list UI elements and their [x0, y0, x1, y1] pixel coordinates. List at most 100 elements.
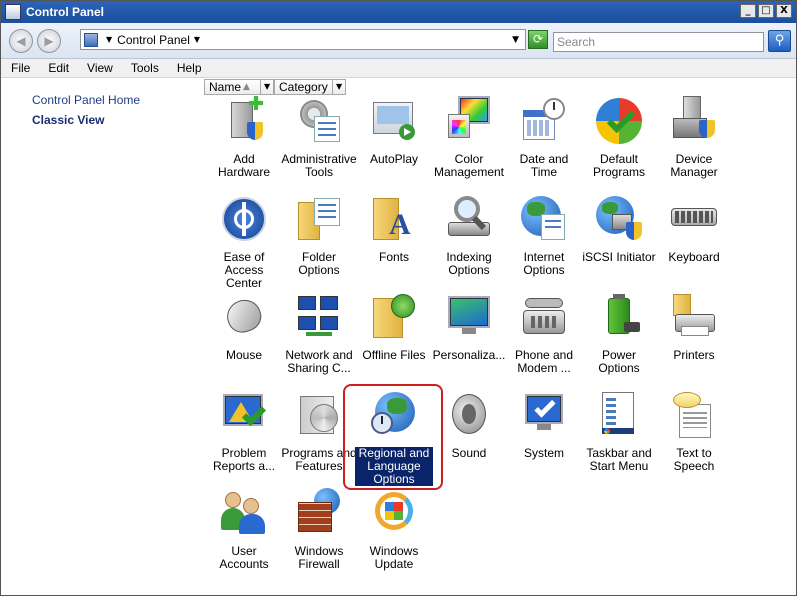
menu-bar: File Edit View Tools Help: [1, 59, 796, 78]
item-windows-update[interactable]: Windows Update: [355, 488, 433, 571]
phone-modem-icon: [519, 292, 569, 342]
date-time-icon: [519, 96, 569, 146]
item-color-management[interactable]: Color Management: [430, 96, 508, 179]
item-label: Fonts: [378, 250, 409, 264]
item-personalization[interactable]: Personaliza...: [430, 292, 508, 362]
highlight-outline: [343, 384, 443, 490]
offline-files-icon: [369, 292, 419, 342]
item-keyboard[interactable]: Keyboard: [655, 194, 733, 264]
task-pane: Control Panel Home Classic View: [1, 79, 203, 595]
title-bar[interactable]: Control Panel _ □ X: [1, 1, 796, 23]
item-offline-files[interactable]: Offline Files: [355, 292, 433, 362]
forward-button[interactable]: ▶: [37, 29, 61, 53]
user-accounts-icon: [219, 488, 269, 538]
item-label: Phone and Modem ...: [514, 348, 574, 375]
item-autoplay[interactable]: AutoPlay: [355, 96, 433, 166]
menu-view[interactable]: View: [78, 61, 122, 75]
menu-help[interactable]: Help: [168, 61, 211, 75]
column-headers: Name ▲ ▼ Category ▼: [204, 79, 794, 96]
item-iscsi-initiator[interactable]: iSCSI Initiator: [580, 194, 658, 264]
sound-icon: [444, 390, 494, 440]
item-problem-reports[interactable]: Problem Reports a...: [205, 390, 283, 473]
color-management-icon: [444, 96, 494, 146]
item-label: Internet Options: [523, 250, 565, 277]
item-default-programs[interactable]: Default Programs: [580, 96, 658, 179]
item-fonts[interactable]: A Fonts: [355, 194, 433, 264]
menu-file[interactable]: File: [1, 61, 39, 75]
item-user-accounts[interactable]: User Accounts: [205, 488, 283, 571]
item-label: Text to Speech: [673, 446, 715, 473]
column-category-dropdown-icon[interactable]: ▼: [332, 79, 346, 95]
item-ease-of-access-center[interactable]: Ease of Access Center: [205, 194, 283, 290]
item-label: Offline Files: [362, 348, 426, 362]
column-name-dropdown-icon[interactable]: ▼: [260, 79, 274, 95]
item-text-to-speech[interactable]: Text to Speech: [655, 390, 733, 473]
item-label: AutoPlay: [369, 152, 419, 166]
add-hardware-icon: [219, 96, 269, 146]
item-label: Problem Reports a...: [212, 446, 276, 473]
address-bar[interactable]: ▼ Control Panel ▼ ▼: [80, 29, 526, 50]
item-label: Printers: [673, 348, 715, 362]
item-network-and-sharing-center[interactable]: Network and Sharing C...: [280, 292, 358, 375]
folder-options-icon: [294, 194, 344, 244]
item-system[interactable]: System: [505, 390, 583, 460]
control-panel-icon: [84, 32, 98, 47]
item-power-options[interactable]: Power Options: [580, 292, 658, 375]
search-input[interactable]: Search: [553, 32, 764, 52]
item-windows-firewall[interactable]: Windows Firewall: [280, 488, 358, 571]
close-button[interactable]: X: [776, 4, 792, 18]
item-label: Keyboard: [668, 250, 720, 264]
personalization-icon: [444, 292, 494, 342]
power-options-icon: [594, 292, 644, 342]
control-panel-home-link[interactable]: Control Panel Home: [32, 93, 140, 107]
problem-reports-icon: [219, 390, 269, 440]
item-label: Administrative Tools: [281, 152, 357, 179]
item-device-manager[interactable]: Device Manager: [655, 96, 733, 179]
breadcrumb-control-panel[interactable]: Control Panel: [117, 33, 190, 47]
item-label: Add Hardware: [217, 152, 271, 179]
item-date-and-time[interactable]: Date and Time: [505, 96, 583, 179]
sort-ascending-icon: ▲: [243, 82, 250, 92]
back-button[interactable]: ◀: [9, 29, 33, 53]
item-label: Date and Time: [519, 152, 569, 179]
classic-view-link[interactable]: Classic View: [32, 113, 105, 127]
programs-features-icon: [294, 390, 344, 440]
internet-options-icon: [519, 194, 569, 244]
address-history-dropdown-icon[interactable]: ▼: [512, 35, 519, 45]
control-panel-items: Add Hardware Administrative Tools AutoPl…: [204, 96, 794, 594]
mouse-icon: [219, 292, 269, 342]
breadcrumb-arrow-icon[interactable]: ▼: [106, 35, 112, 44]
control-panel-window: Control Panel _ □ X ◀ ▶ ▼ Control Panel …: [0, 0, 797, 596]
taskbar-start-icon: [594, 390, 644, 440]
window-title: Control Panel: [26, 5, 105, 19]
control-panel-icon: [5, 4, 21, 20]
default-programs-icon: [594, 96, 644, 146]
item-label: System: [523, 446, 564, 460]
ease-of-access-icon: [219, 194, 269, 244]
item-folder-options[interactable]: Folder Options: [280, 194, 358, 277]
menu-edit[interactable]: Edit: [39, 61, 78, 75]
system-icon: [519, 390, 569, 440]
item-administrative-tools[interactable]: Administrative Tools: [280, 96, 358, 179]
maximize-button[interactable]: □: [758, 4, 774, 18]
item-label: Personaliza...: [432, 348, 506, 362]
breadcrumb-dropdown-icon[interactable]: ▼: [194, 35, 200, 44]
menu-tools[interactable]: Tools: [122, 61, 168, 75]
item-indexing-options[interactable]: Indexing Options: [430, 194, 508, 277]
address-toolbar: ◀ ▶ ▼ Control Panel ▼ ▼ ⟳ Search ⚲: [1, 23, 796, 59]
refresh-button[interactable]: ⟳: [528, 30, 548, 49]
item-label: Default Programs: [592, 152, 645, 179]
search-button[interactable]: ⚲: [768, 30, 791, 52]
printers-icon: [669, 292, 719, 342]
text-to-speech-icon: [669, 390, 719, 440]
item-mouse[interactable]: Mouse: [205, 292, 283, 362]
item-label: Windows Update: [369, 544, 419, 571]
item-printers[interactable]: Printers: [655, 292, 733, 362]
item-label: Device Manager: [670, 152, 718, 179]
minimize-button[interactable]: _: [740, 4, 756, 18]
item-label: Folder Options: [298, 250, 340, 277]
item-internet-options[interactable]: Internet Options: [505, 194, 583, 277]
item-phone-and-modem[interactable]: Phone and Modem ...: [505, 292, 583, 375]
item-add-hardware[interactable]: Add Hardware: [205, 96, 283, 179]
item-taskbar-and-start-menu[interactable]: Taskbar and Start Menu: [580, 390, 658, 473]
